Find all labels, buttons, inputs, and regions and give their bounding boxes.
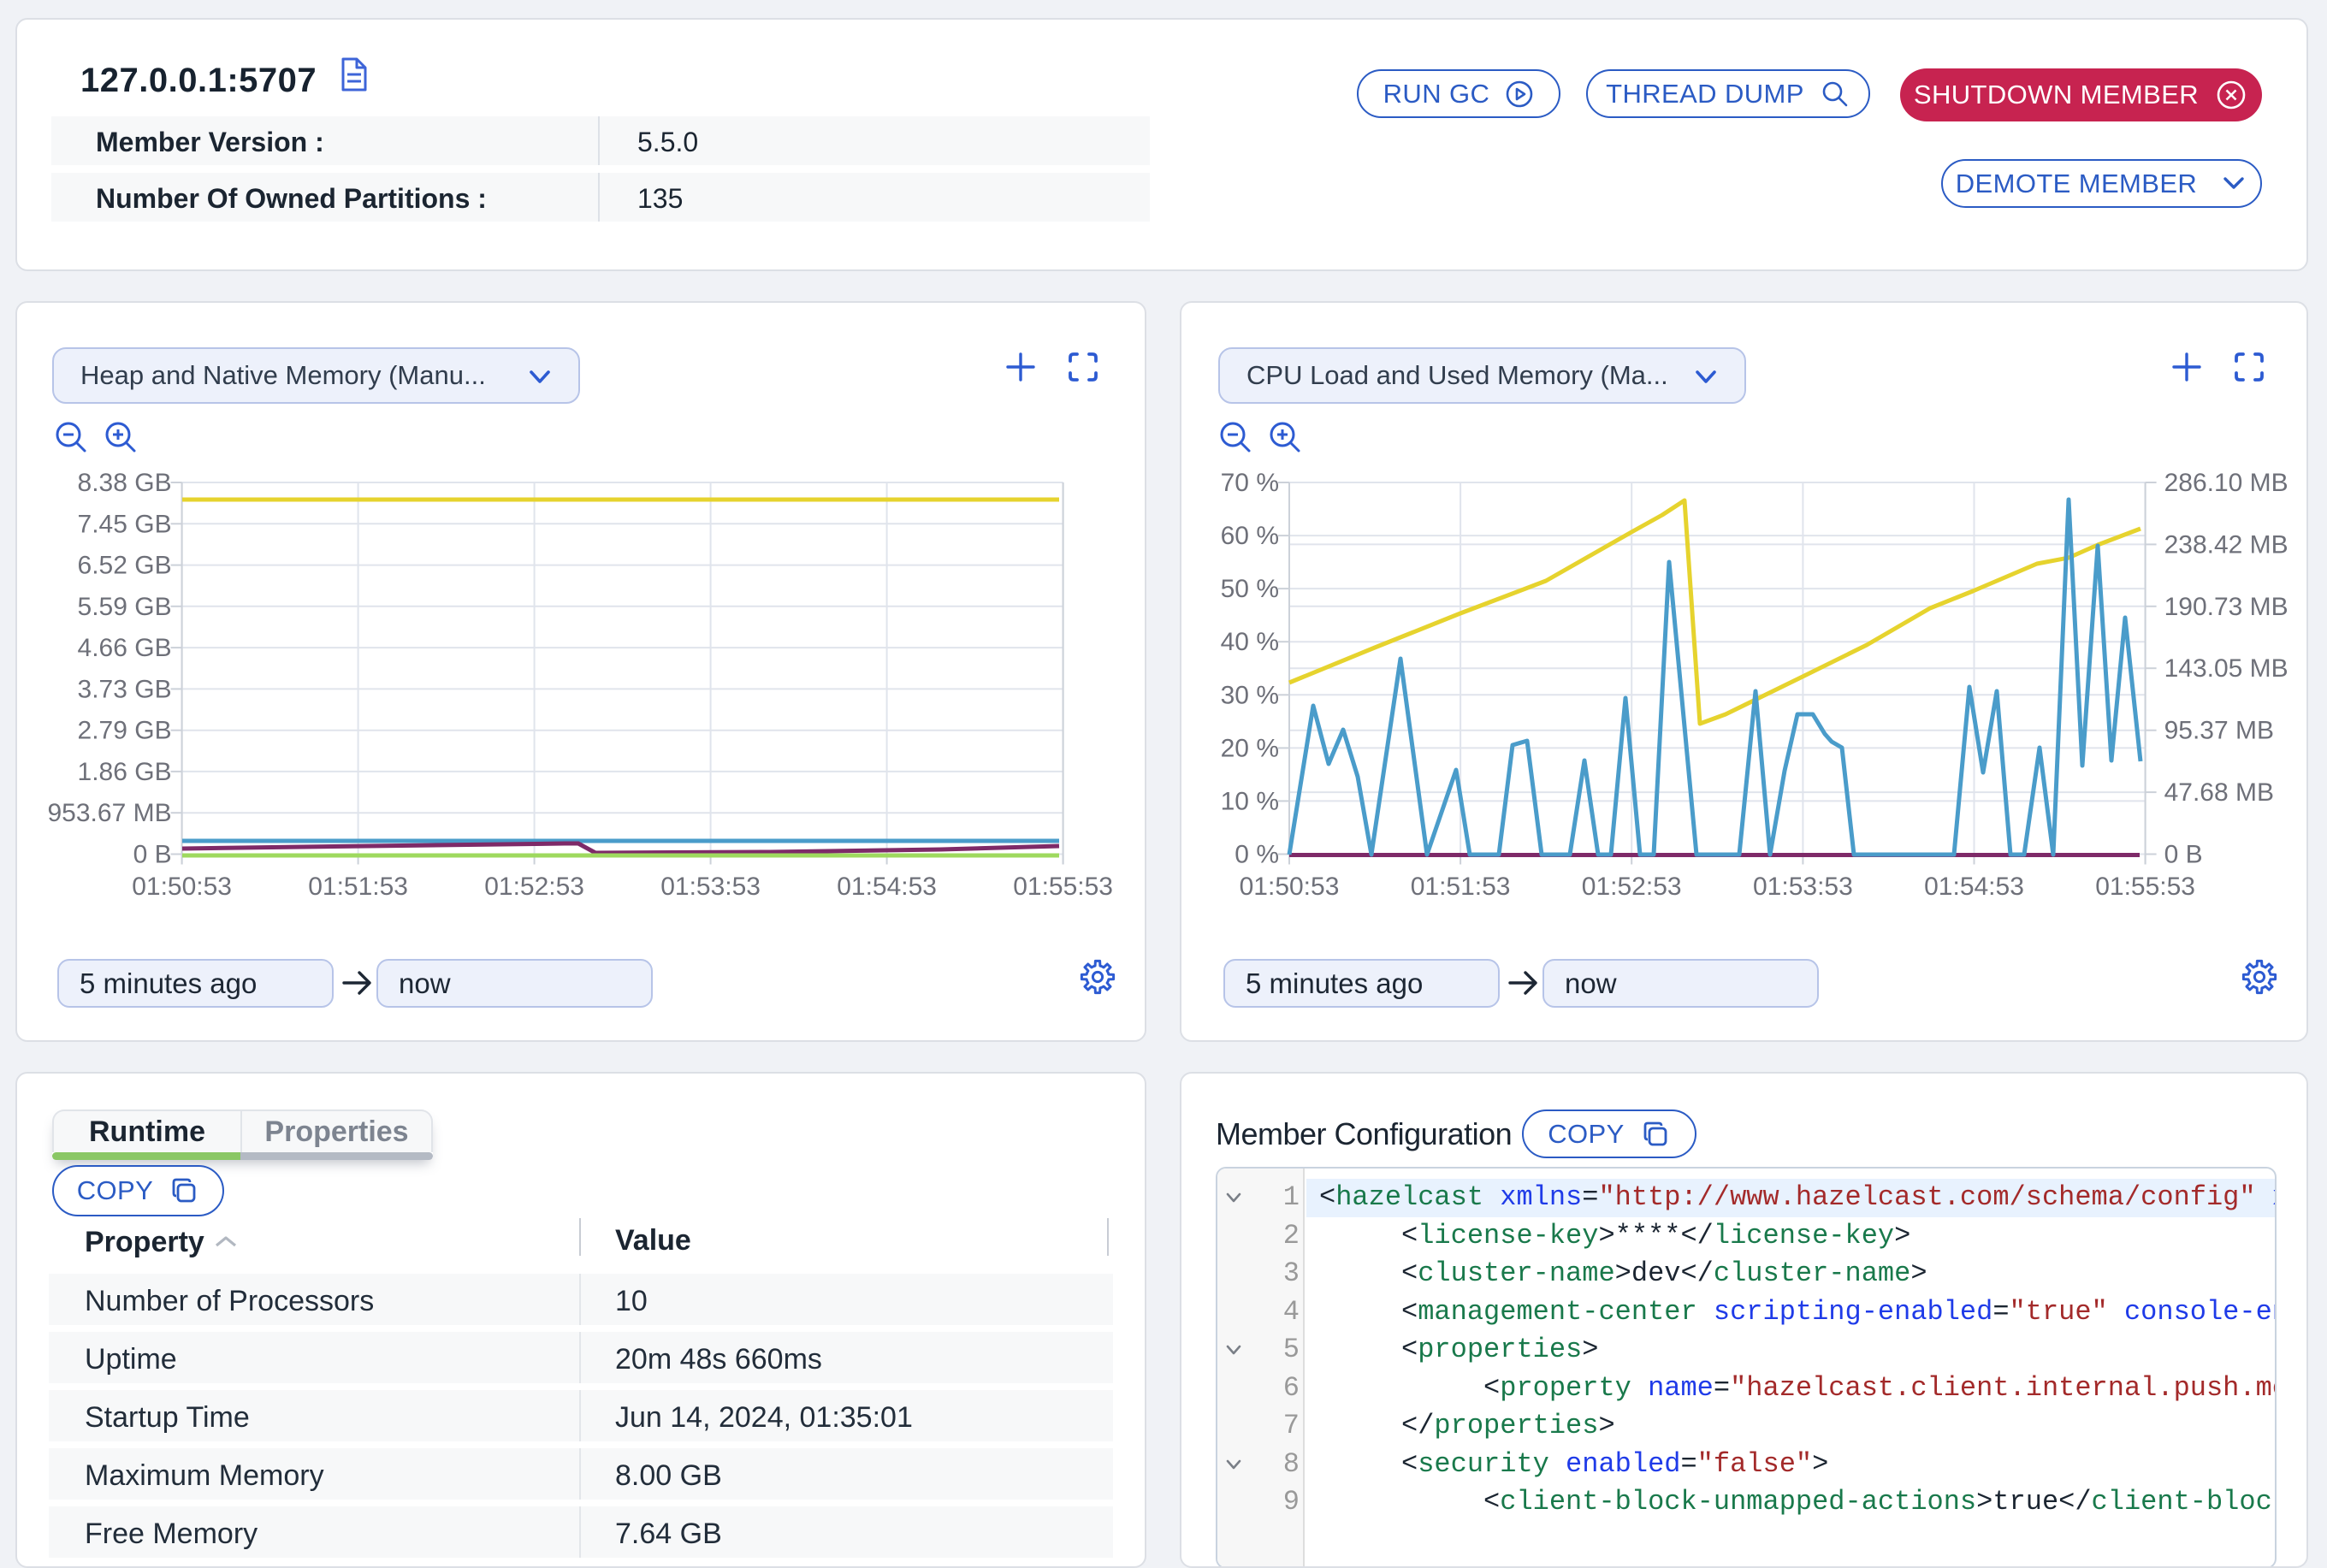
svg-text:0 B: 0 B: [2164, 841, 2203, 869]
svg-text:01:54:53: 01:54:53: [837, 873, 937, 901]
svg-text:1.86 GB: 1.86 GB: [78, 758, 172, 786]
svg-text:286.10 MB: 286.10 MB: [2164, 469, 2289, 497]
svg-text:143.05 MB: 143.05 MB: [2164, 654, 2289, 683]
svg-text:01:50:53: 01:50:53: [1240, 873, 1340, 901]
svg-text:190.73 MB: 190.73 MB: [2164, 593, 2289, 621]
svg-text:238.42 MB: 238.42 MB: [2164, 530, 2289, 559]
svg-text:953.67 MB: 953.67 MB: [48, 799, 172, 827]
svg-text:01:55:53: 01:55:53: [2095, 873, 2195, 901]
svg-text:0 B: 0 B: [133, 841, 172, 869]
svg-text:95.37 MB: 95.37 MB: [2164, 717, 2274, 745]
svg-text:01:52:53: 01:52:53: [1582, 873, 1682, 901]
svg-text:40 %: 40 %: [1221, 628, 1279, 656]
svg-text:01:52:53: 01:52:53: [484, 873, 584, 901]
svg-text:01:53:53: 01:53:53: [660, 873, 761, 901]
svg-text:5.59 GB: 5.59 GB: [78, 593, 172, 621]
svg-text:70 %: 70 %: [1221, 469, 1279, 497]
svg-text:10 %: 10 %: [1221, 787, 1279, 815]
svg-text:20 %: 20 %: [1221, 734, 1279, 762]
svg-text:01:53:53: 01:53:53: [1753, 873, 1853, 901]
svg-text:30 %: 30 %: [1221, 681, 1279, 709]
svg-text:2.79 GB: 2.79 GB: [78, 717, 172, 745]
svg-text:4.66 GB: 4.66 GB: [78, 634, 172, 662]
svg-text:01:51:53: 01:51:53: [308, 873, 408, 901]
svg-text:60 %: 60 %: [1221, 522, 1279, 550]
svg-text:6.52 GB: 6.52 GB: [78, 552, 172, 580]
svg-text:01:54:53: 01:54:53: [1924, 873, 2024, 901]
svg-text:8.38 GB: 8.38 GB: [78, 469, 172, 497]
svg-text:01:55:53: 01:55:53: [1013, 873, 1113, 901]
svg-text:0 %: 0 %: [1235, 841, 1279, 869]
svg-text:47.68 MB: 47.68 MB: [2164, 778, 2274, 807]
svg-text:3.73 GB: 3.73 GB: [78, 675, 172, 703]
svg-text:01:50:53: 01:50:53: [132, 873, 232, 901]
svg-text:50 %: 50 %: [1221, 575, 1279, 603]
svg-text:01:51:53: 01:51:53: [1411, 873, 1511, 901]
svg-text:7.45 GB: 7.45 GB: [78, 510, 172, 538]
